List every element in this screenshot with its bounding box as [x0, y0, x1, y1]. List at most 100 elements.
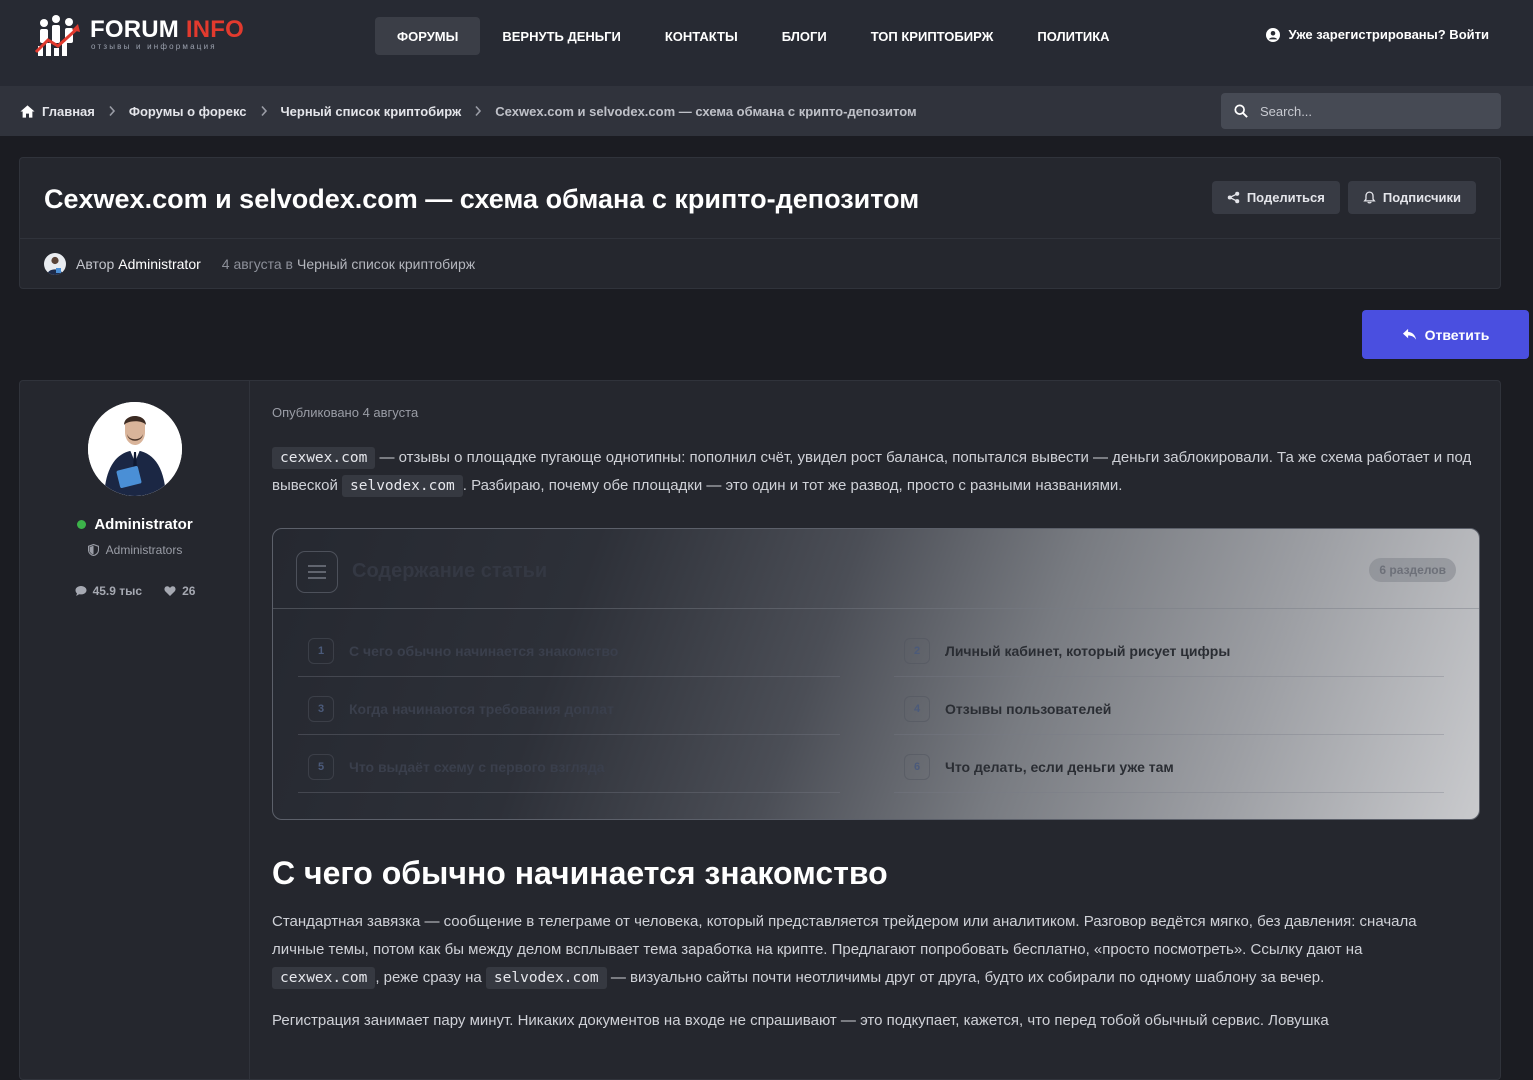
chevron-right-icon — [260, 105, 267, 117]
toc-item-number: 2 — [904, 637, 930, 664]
share-icon — [1227, 191, 1240, 204]
login-label: Уже зарегистрированы? Войти — [1288, 27, 1489, 42]
post-author-panel: Administrator Administrators 45.9 тыс 26 — [20, 381, 250, 1079]
author-name-block: Administrator — [20, 516, 250, 533]
author-group: Administrators — [20, 543, 250, 557]
divider — [20, 238, 1500, 239]
toc-item-label: Что делать, если деньги уже там — [945, 758, 1174, 775]
heart-icon — [164, 586, 176, 596]
toc-item-number: 4 — [904, 695, 930, 722]
section-paragraph: Регистрация занимает пару минут. Никаких… — [272, 1012, 1329, 1029]
nav-policy[interactable]: ПОЛИТИКА — [1015, 17, 1131, 55]
chevron-right-icon — [109, 105, 115, 117]
toc-item-label: Когда начинаются требования доплат — [349, 700, 614, 717]
nav-return-money[interactable]: ВЕРНУТЬ ДЕНЬГИ — [480, 17, 642, 55]
search-input[interactable] — [1260, 103, 1480, 119]
toc-item-number: 5 — [308, 753, 334, 780]
reputation-stat: 26 — [164, 584, 195, 598]
section-heading: С чего обычно начинается знакомство — [272, 855, 888, 891]
reply-button[interactable]: Ответить — [1362, 310, 1529, 359]
main-nav: ФОРУМЫ ВЕРНУТЬ ДЕНЬГИ КОНТАКТЫ БЛОГИ ТОП… — [375, 17, 1132, 55]
toc-item-label: С чего обычно начинается знакомство — [349, 642, 619, 659]
section-text: Стандартная завязка — сообщение в телегр… — [272, 913, 1417, 958]
author-stats: 45.9 тыс 26 — [20, 584, 250, 598]
reply-arrow-icon — [1402, 328, 1416, 340]
author-avatar[interactable] — [88, 402, 182, 496]
breadcrumb-bar: Главная Форумы о форекс Черный список кр… — [0, 86, 1533, 136]
topic-category-link[interactable]: Черный список криптобирж — [297, 256, 475, 272]
online-status-dot — [77, 520, 87, 529]
avatar-image — [88, 402, 182, 496]
avatar-image — [44, 253, 66, 275]
toc-item-label: Отзывы пользователей — [945, 700, 1112, 717]
shield-icon — [87, 544, 99, 556]
logo-subtitle: отзывы и информация — [91, 42, 217, 51]
top-navigation-bar: FORUM INFO отзывы и информация ФОРУМЫ ВЕ… — [0, 0, 1533, 86]
reputation-count: 26 — [182, 584, 196, 598]
toc-count-badge: 6 разделов — [1369, 558, 1456, 582]
domain-code: selvodex.com — [342, 475, 463, 497]
reply-label: Ответить — [1424, 326, 1490, 343]
breadcrumb-home[interactable]: Главная — [42, 104, 95, 119]
site-logo[interactable]: FORUM INFO отзывы и информация — [34, 10, 244, 62]
topic-actions: Поделиться Подписчики — [1211, 181, 1476, 214]
toc-toggle-button[interactable] — [296, 551, 338, 593]
toc-item-number: 6 — [904, 753, 930, 780]
post: Administrator Administrators 45.9 тыс 26 — [19, 380, 1501, 1080]
nav-blogs[interactable]: БЛОГИ — [760, 17, 849, 55]
home-icon[interactable] — [20, 104, 35, 119]
posts-count: 45.9 тыс — [92, 584, 143, 598]
toc-item-label: Личный кабинет, который рисует цифры — [945, 642, 1231, 659]
posts-count-stat: 45.9 тыс — [75, 584, 143, 598]
post-date: Опубликовано 4 августа — [272, 405, 419, 420]
toc-item[interactable]: 3 Когда начинаются требования доплат — [298, 683, 840, 735]
sidebar-author-name[interactable]: Administrator — [94, 516, 192, 533]
toc-item[interactable]: 5 Что выдаёт схему с первого взгляда — [298, 741, 840, 793]
comment-icon — [75, 586, 87, 596]
table-of-contents: Содержание статьи 6 разделов 1 С чего об… — [272, 528, 1480, 820]
breadcrumb: Главная Форумы о форекс Черный список кр… — [20, 86, 917, 136]
breadcrumb-forex-forums[interactable]: Форумы о форекс — [129, 104, 247, 119]
followers-button[interactable]: Подписчики — [1347, 181, 1476, 214]
author-group-label: Administrators — [105, 543, 183, 557]
bell-icon — [1363, 191, 1376, 204]
avatar[interactable] — [44, 253, 66, 275]
followers-label: Подписчики — [1382, 190, 1461, 205]
nav-contacts[interactable]: КОНТАКТЫ — [643, 17, 760, 55]
domain-code: selvodex.com — [485, 967, 607, 989]
toc-item-number: 1 — [308, 637, 334, 664]
chevron-right-icon — [475, 105, 482, 117]
section-paragraph: Стандартная завязка — сообщение в телегр… — [272, 908, 1472, 992]
breadcrumb-current: Cexwex.com и selvodex.com — схема обмана… — [495, 103, 917, 119]
search-icon — [1234, 104, 1248, 118]
share-button[interactable]: Поделиться — [1211, 181, 1340, 214]
topic-date: 4 августа в — [221, 256, 293, 272]
login-link[interactable]: Уже зарегистрированы? Войти — [1266, 27, 1489, 42]
nav-top-exchanges[interactable]: ТОП КРИПТОБИРЖ — [849, 17, 1016, 55]
nav-forums[interactable]: ФОРУМЫ — [375, 17, 481, 55]
logo-title: FORUM INFO — [90, 16, 244, 43]
toc-item[interactable]: 6 Что делать, если деньги уже там — [894, 741, 1444, 793]
domain-code: cexwex.com — [272, 967, 376, 989]
search-box[interactable] — [1221, 93, 1501, 129]
author-name[interactable]: Administrator — [118, 256, 200, 272]
breadcrumb-blacklist[interactable]: Черный список криптобирж — [281, 104, 462, 119]
toc-item[interactable]: 4 Отзывы пользователей — [894, 683, 1444, 735]
author-label: Автор — [76, 256, 115, 272]
domain-code: cexwex.com — [272, 447, 376, 469]
toc-item[interactable]: 1 С чего обычно начинается знакомство — [298, 625, 840, 677]
toc-item-label: Что выдаёт схему с первого взгляда — [349, 758, 605, 775]
intro-text: . Разбираю, почему обе площадки — это од… — [462, 477, 1123, 494]
topic-header: Cexwex.com и selvodex.com — схема обмана… — [19, 157, 1501, 289]
logo-icon — [34, 15, 80, 56]
toc-title: Содержание статьи — [352, 560, 548, 582]
toc-item[interactable]: 2 Личный кабинет, который рисует цифры — [894, 625, 1444, 677]
share-label: Поделиться — [1246, 190, 1325, 205]
toc-item-number: 3 — [308, 695, 334, 722]
section-text: — визуально сайты почти неотличимы друг … — [606, 969, 1325, 986]
section-text: , реже сразу на — [375, 969, 486, 986]
topic-title: Cexwex.com и selvodex.com — схема обмана… — [44, 184, 920, 214]
topic-author-row: Автор Administrator 4 августа в Черный с… — [44, 253, 475, 275]
user-circle-icon — [1266, 27, 1281, 42]
toc-header: Содержание статьи 6 разделов — [273, 529, 1479, 609]
